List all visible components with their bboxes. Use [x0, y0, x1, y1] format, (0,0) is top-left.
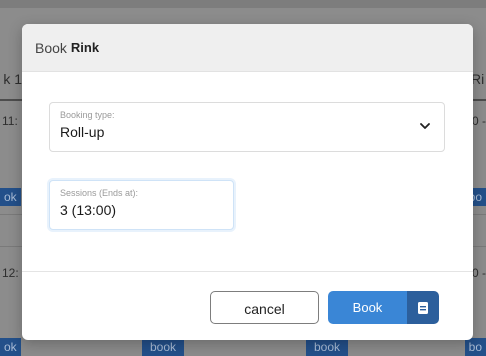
modal-footer-divider — [22, 271, 473, 272]
background-book-button-right: bo — [464, 338, 486, 356]
book-button-label: Book — [328, 291, 407, 324]
sessions-value: 3 (13:00) — [60, 202, 117, 218]
booking-type-select[interactable]: Booking type: Roll-up — [49, 102, 445, 152]
background-column-header-left: k 1 — [3, 71, 22, 87]
background-time-right: 0 - — [471, 266, 486, 280]
modal-header: Book Rink — [22, 24, 473, 72]
background-time-right: 0 - — [471, 114, 486, 128]
background-time-left: 12: — [2, 266, 19, 280]
background-book-button: book — [142, 338, 185, 356]
background-book-button-left: ok — [0, 338, 21, 356]
background-book-button-left: ok — [0, 188, 21, 206]
book-button[interactable]: Book — [328, 291, 439, 324]
background-column-header-right: Ri — [471, 71, 485, 87]
background-divider-left — [0, 99, 22, 101]
background-divider-right — [473, 99, 486, 101]
background-time-left: 11: — [2, 114, 18, 128]
sessions-label: Sessions (Ends at): — [60, 188, 139, 198]
cancel-button[interactable]: cancel — [210, 291, 319, 324]
book-icon — [407, 291, 439, 324]
booking-type-label: Booking type: — [60, 110, 115, 120]
background-book-button: book — [306, 338, 349, 356]
booking-modal: Book Rink Booking type: Roll-up Sessions… — [22, 24, 473, 340]
modal-title-prefix: Book — [35, 39, 67, 56]
booking-type-value: Roll-up — [60, 124, 105, 140]
sessions-field[interactable]: Sessions (Ends at): 3 (13:00) — [49, 180, 234, 230]
background-top-band — [0, 0, 486, 8]
chevron-down-icon — [420, 123, 430, 129]
modal-title-name: Rink — [70, 40, 100, 55]
